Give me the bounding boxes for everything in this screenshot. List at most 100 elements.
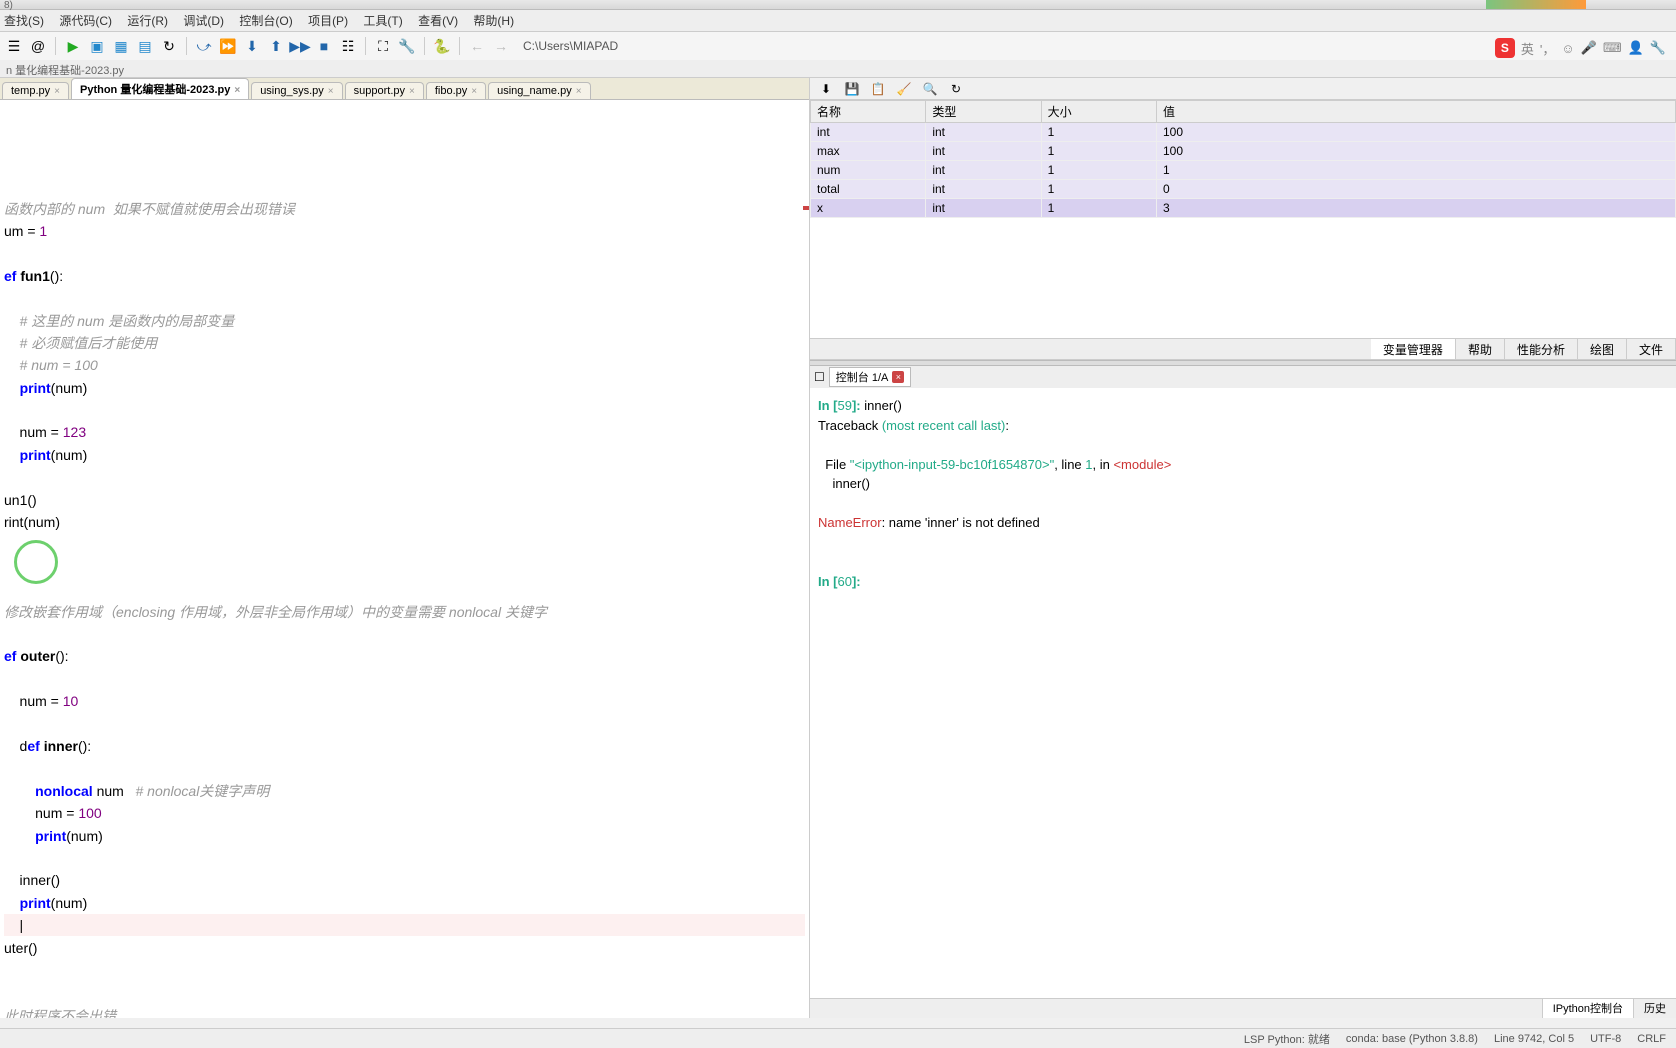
- code-line: 函数内部的 num 如果不赋值就使用会出现错误: [4, 198, 805, 220]
- menu-find[interactable]: 查找(S): [4, 14, 44, 28]
- back-icon[interactable]: ←: [467, 36, 487, 56]
- refresh-icon[interactable]: ↻: [946, 79, 966, 99]
- status-line-col[interactable]: Line 9742, Col 5: [1494, 1033, 1574, 1045]
- status-conda[interactable]: conda: base (Python 3.8.8): [1346, 1033, 1478, 1045]
- tab-support[interactable]: support.py×: [345, 82, 424, 99]
- rerun-icon[interactable]: ↻: [159, 36, 179, 56]
- debug-step-out-icon[interactable]: ⬆: [266, 36, 286, 56]
- code-line: [4, 960, 805, 982]
- ime-lang[interactable]: 英: [1521, 39, 1534, 58]
- variable-row[interactable]: totalint10: [811, 180, 1676, 199]
- tab-files[interactable]: 文件: [1627, 339, 1676, 359]
- ime-punct-icon[interactable]: '，: [1540, 39, 1555, 58]
- col-name[interactable]: 名称: [811, 101, 926, 123]
- code-line: [4, 668, 805, 690]
- code-line: [4, 982, 805, 1004]
- menu-debug[interactable]: 调试(D): [183, 14, 224, 28]
- ime-keyboard-icon[interactable]: ⌨: [1603, 40, 1622, 56]
- outline-icon[interactable]: ☰: [4, 36, 24, 56]
- code-line: # 这里的 num 是函数内的局部变量: [4, 310, 805, 332]
- python-path-icon[interactable]: 🐍: [432, 36, 452, 56]
- close-icon[interactable]: ×: [54, 86, 60, 97]
- variable-row[interactable]: xint13: [811, 199, 1676, 218]
- tab-fibo[interactable]: fibo.py×: [426, 82, 486, 99]
- tab-main[interactable]: Python 量化编程基础-2023.py×: [71, 78, 249, 99]
- save-as-icon[interactable]: 📋: [868, 79, 888, 99]
- menu-source[interactable]: 源代码(C): [59, 14, 112, 28]
- ime-mic-icon[interactable]: 🎤: [1581, 40, 1597, 56]
- tab-using-sys[interactable]: using_sys.py×: [251, 82, 342, 99]
- ime-logo-icon[interactable]: S: [1495, 38, 1515, 58]
- close-icon[interactable]: ×: [409, 86, 415, 97]
- code-line: [4, 623, 805, 645]
- close-icon[interactable]: ×: [328, 86, 334, 97]
- menu-help[interactable]: 帮助(H): [473, 14, 514, 28]
- import-icon[interactable]: ⬇: [816, 79, 836, 99]
- error-marker-icon: [803, 206, 809, 210]
- run-selection-icon[interactable]: ▤: [135, 36, 155, 56]
- fullscreen-icon[interactable]: ⛶: [373, 36, 393, 56]
- ime-tool-icon[interactable]: 🔧: [1650, 40, 1666, 56]
- ime-user-icon[interactable]: 👤: [1628, 40, 1644, 56]
- ime-emoji-icon[interactable]: ☺: [1561, 41, 1574, 56]
- col-size[interactable]: 大小: [1041, 101, 1156, 123]
- debug-play-icon[interactable]: ▶▶: [290, 36, 310, 56]
- col-value[interactable]: 值: [1157, 101, 1676, 123]
- close-icon[interactable]: ×: [471, 86, 477, 97]
- debug-continue-icon[interactable]: ⏩: [218, 36, 238, 56]
- main-toolbar: ☰ @ ▶ ▣ ▦ ▤ ↻ ⤻ ⏩ ⬇ ⬆ ▶▶ ■ ☷ ⛶ 🔧 🐍 ← → C…: [0, 32, 1676, 60]
- close-icon[interactable]: ×: [234, 85, 240, 96]
- status-encoding[interactable]: UTF-8: [1590, 1033, 1621, 1045]
- tab-plots[interactable]: 绘图: [1578, 339, 1627, 359]
- clear-icon[interactable]: 🧹: [894, 79, 914, 99]
- tab-help[interactable]: 帮助: [1456, 339, 1505, 359]
- working-dir[interactable]: C:\Users\MIAPAD: [523, 39, 618, 53]
- console-tab-1[interactable]: 控制台 1/A ×: [829, 367, 912, 387]
- close-icon[interactable]: ×: [892, 371, 904, 383]
- code-line: num = 123: [4, 421, 805, 443]
- code-line: ef fun1():: [4, 265, 805, 287]
- menu-run[interactable]: 运行(R): [127, 14, 168, 28]
- save-icon[interactable]: 💾: [842, 79, 862, 99]
- code-line: num = 100: [4, 802, 805, 824]
- at-icon[interactable]: @: [28, 36, 48, 56]
- tab-temp[interactable]: temp.py×: [2, 82, 69, 99]
- code-line: [4, 533, 805, 555]
- code-line: [4, 242, 805, 264]
- close-icon[interactable]: ×: [576, 86, 582, 97]
- menu-console[interactable]: 控制台(O): [239, 14, 292, 28]
- tab-history[interactable]: 历史: [1633, 999, 1676, 1018]
- settings-icon[interactable]: 🔧: [397, 36, 417, 56]
- variable-row[interactable]: maxint1100: [811, 142, 1676, 161]
- run-cell-icon[interactable]: ▣: [87, 36, 107, 56]
- debug-stop-icon[interactable]: ■: [314, 36, 334, 56]
- tab-using-name[interactable]: using_name.py×: [488, 82, 590, 99]
- right-pane: ⬇ 💾 📋 🧹 🔍 ↻ 名称 类型 大小 值 intint1100maxint1…: [810, 78, 1676, 1018]
- code-editor[interactable]: 函数内部的 num 如果不赋值就使用会出现错误um = 1 ef fun1():…: [0, 100, 809, 1018]
- variable-row[interactable]: intint1100: [811, 123, 1676, 142]
- run-cell-advance-icon[interactable]: ▦: [111, 36, 131, 56]
- variable-row[interactable]: numint11: [811, 161, 1676, 180]
- status-eol[interactable]: CRLF: [1637, 1033, 1666, 1045]
- search-icon[interactable]: 🔍: [920, 79, 940, 99]
- debug-step-over-icon[interactable]: ⤻: [194, 36, 214, 56]
- console-bottom-tabs: IPython控制台 历史: [810, 998, 1676, 1018]
- status-lsp[interactable]: LSP Python: 就绪: [1244, 1031, 1330, 1047]
- tab-profiler[interactable]: 性能分析: [1505, 339, 1578, 359]
- menu-view[interactable]: 查看(V): [418, 14, 458, 28]
- debug-step-in-icon[interactable]: ⬇: [242, 36, 262, 56]
- code-line: print(num): [4, 377, 805, 399]
- forward-icon[interactable]: →: [491, 36, 511, 56]
- code-line: # 必须赋值后才能使用: [4, 332, 805, 354]
- tab-variable-explorer[interactable]: 变量管理器: [1371, 339, 1456, 359]
- col-type[interactable]: 类型: [926, 101, 1041, 123]
- console-menu-icon[interactable]: ☐: [814, 370, 825, 384]
- tab-ipython-console[interactable]: IPython控制台: [1542, 999, 1633, 1018]
- debug-list-icon[interactable]: ☷: [338, 36, 358, 56]
- ipython-console[interactable]: In [59]: inner() Traceback (most recent …: [810, 388, 1676, 998]
- menu-tools[interactable]: 工具(T): [363, 14, 402, 28]
- run-icon[interactable]: ▶: [63, 36, 83, 56]
- menu-project[interactable]: 项目(P): [308, 14, 348, 28]
- code-line: 修改嵌套作用域（enclosing 作用域，外层非全局作用域）中的变量需要 no…: [4, 601, 805, 623]
- code-line: [4, 847, 805, 869]
